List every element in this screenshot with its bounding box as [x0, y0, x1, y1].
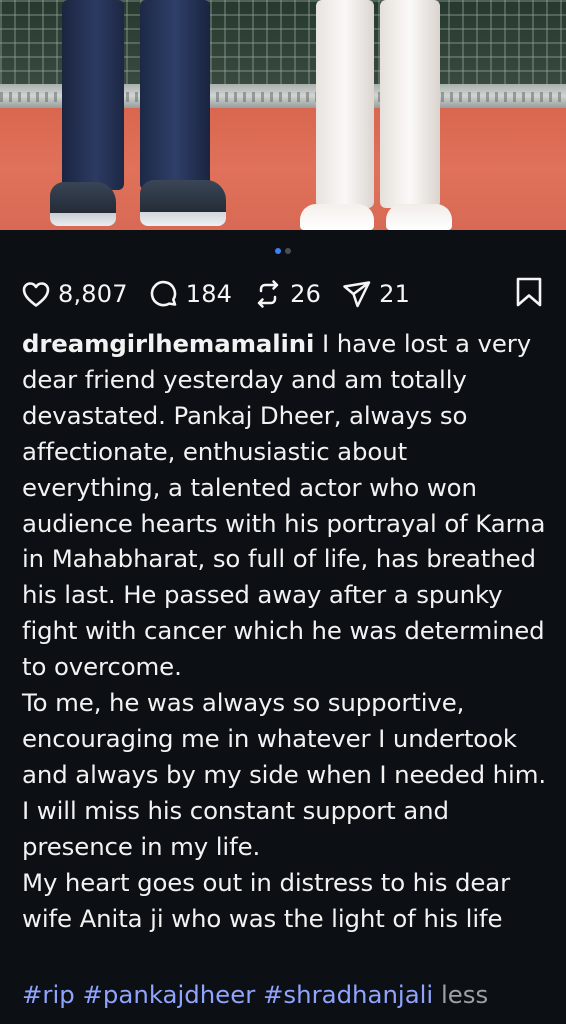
like-count: 8,807	[58, 280, 128, 308]
repost-button[interactable]: 26	[252, 278, 321, 310]
action-bar: 8,807 184 26 21	[20, 274, 544, 314]
photo-leg	[380, 0, 440, 208]
caption-username[interactable]: dreamgirlhemamalini	[22, 329, 314, 358]
hashtag-link[interactable]: #pankajdheer	[83, 980, 256, 1009]
share-button[interactable]: 21	[341, 278, 410, 310]
post-caption: dreamgirlhemamalini I have lost a very d…	[22, 326, 552, 936]
hashtag-link[interactable]: #rip	[22, 980, 75, 1009]
caption-paragraph: dreamgirlhemamalini I have lost a very d…	[22, 326, 552, 685]
comment-button[interactable]: 184	[148, 278, 232, 310]
comment-count: 184	[185, 280, 233, 308]
bookmark-icon	[516, 277, 542, 307]
photo-shoe	[386, 204, 452, 230]
post-photo[interactable]	[0, 0, 566, 230]
photo-shoe	[140, 180, 226, 226]
photo-shoe	[300, 204, 374, 230]
comment-icon	[150, 280, 177, 307]
photo-leg	[62, 0, 124, 190]
caption-text: I have lost a very dear friend yesterday…	[22, 329, 546, 682]
bookmark-button[interactable]	[514, 276, 544, 312]
hashtag-link[interactable]: #shradhanjali	[263, 980, 433, 1009]
repost-icon	[257, 280, 279, 308]
share-count: 21	[379, 280, 411, 308]
carousel-indicator	[0, 248, 566, 254]
caption-paragraph: To me, he was always so supportive, enco…	[22, 688, 547, 861]
show-less-link[interactable]: less	[441, 980, 488, 1009]
share-icon	[343, 281, 371, 308]
photo-leg	[316, 0, 374, 208]
carousel-dot	[285, 248, 291, 254]
heart-icon	[22, 282, 50, 307]
carousel-dot-active	[275, 248, 281, 254]
photo-leg	[140, 0, 210, 190]
like-button[interactable]: 8,807	[20, 278, 128, 310]
repost-count: 26	[290, 280, 322, 308]
photo-shoe	[50, 182, 116, 226]
caption-paragraph: My heart goes out in distress to his dea…	[22, 867, 511, 933]
hashtag-row: #rip #pankajdheer #shradhanjali less	[22, 978, 488, 1012]
